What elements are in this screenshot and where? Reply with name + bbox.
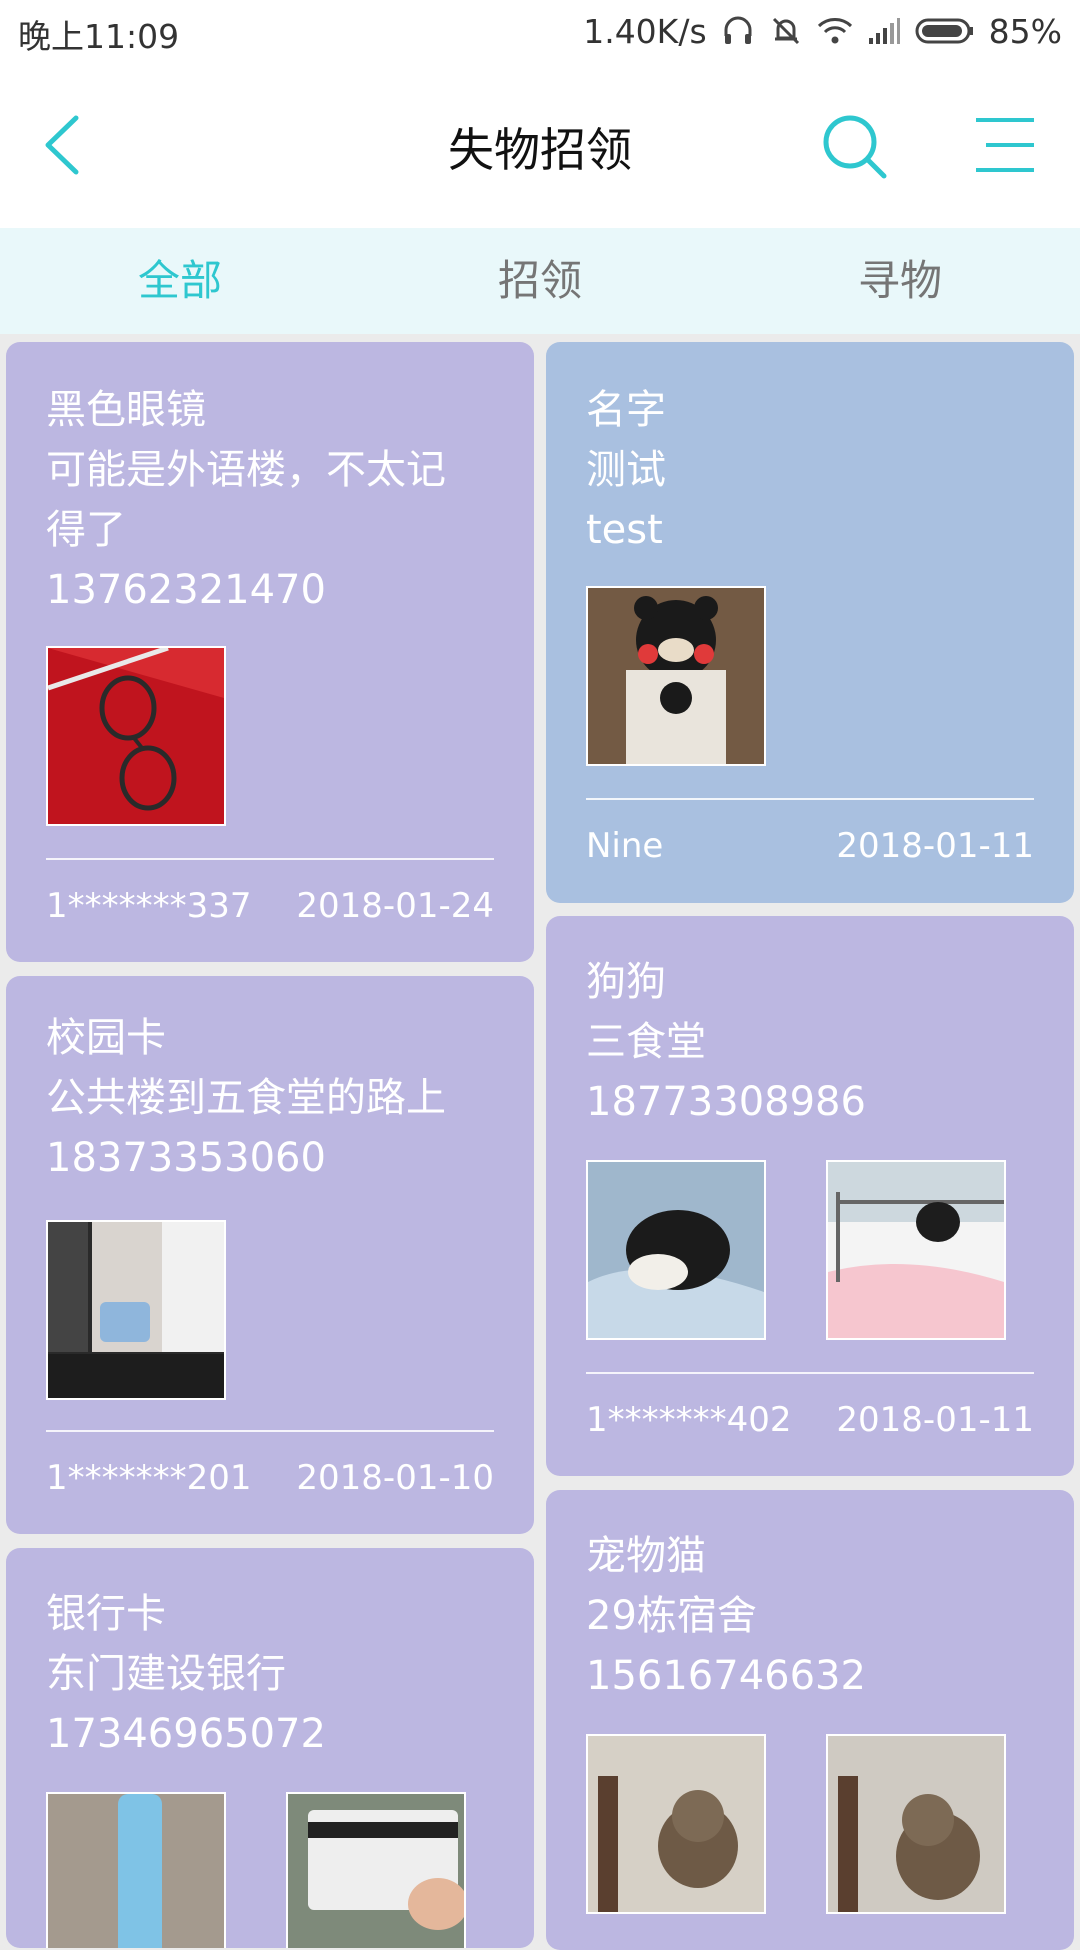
item-date: 2018-01-11 (836, 826, 1034, 866)
item-user: 1*******402 (586, 1400, 792, 1440)
card-divider (586, 798, 1034, 800)
item-date: 2018-01-24 (296, 886, 494, 926)
item-title: 名字 (586, 387, 666, 433)
item-title: 校园卡 (46, 1015, 166, 1061)
menu-icon (976, 118, 1034, 172)
item-card[interactable]: 宠物猫 29栋宿舍 15616746632 (546, 1490, 1074, 1950)
search-icon (823, 115, 887, 179)
status-bar: 晚上11:09 1.40K/s 85% (0, 0, 1080, 62)
card-divider (46, 1430, 494, 1432)
battery-icon (915, 17, 975, 45)
item-title: 宠物猫 (586, 1533, 706, 1579)
item-title: 狗狗 (586, 959, 666, 1005)
item-location: 可能是外语楼，不太记得了 (46, 447, 446, 553)
menu-button[interactable] (972, 112, 1038, 178)
item-photo[interactable] (46, 646, 226, 826)
item-user: 1*******201 (46, 1458, 252, 1498)
item-photo[interactable] (826, 1160, 1006, 1340)
item-contact: 18773308986 (586, 1079, 866, 1125)
item-contact: 15616746632 (586, 1653, 866, 1699)
page-title: 失物招领 (448, 123, 632, 177)
status-time: 晚上11:09 (18, 17, 180, 56)
status-right: 1.40K/s 85% (583, 10, 1062, 52)
bell-muted-icon (769, 14, 803, 48)
card-divider (46, 858, 494, 860)
item-card[interactable]: 银行卡 东门建设银行 17346965072 (6, 1548, 534, 1948)
item-location: 东门建设银行 (46, 1651, 286, 1697)
item-location: 三食堂 (586, 1019, 706, 1065)
item-contact: 18373353060 (46, 1135, 326, 1181)
item-photo[interactable] (826, 1734, 1006, 1914)
app-header: 失物招领 (0, 62, 1080, 228)
tab-all[interactable]: 全部 (0, 228, 360, 334)
tab-lost[interactable]: 寻物 (720, 228, 1080, 334)
item-contact: test (586, 507, 663, 553)
filter-tabs: 全部 招领 寻物 (0, 228, 1080, 334)
item-user: 1*******337 (46, 886, 252, 926)
tab-found[interactable]: 招领 (360, 228, 720, 334)
signal-icon (867, 16, 901, 46)
item-contact: 13762321470 (46, 567, 326, 613)
item-location: 29栋宿舍 (586, 1593, 757, 1639)
item-photo[interactable] (586, 586, 766, 766)
item-photo[interactable] (586, 1160, 766, 1340)
item-card[interactable]: 校园卡 公共楼到五食堂的路上 18373353060 1*******201 2… (6, 976, 534, 1534)
item-photo[interactable] (46, 1220, 226, 1400)
item-photo[interactable] (586, 1734, 766, 1914)
item-title: 银行卡 (46, 1591, 166, 1637)
item-user: Nine (586, 826, 664, 866)
item-card[interactable]: 名字 测试 test Nine 2018-01-11 (546, 342, 1074, 903)
search-button[interactable] (818, 110, 892, 184)
item-photo[interactable] (46, 1792, 226, 1948)
battery-percent: 85% (988, 11, 1062, 51)
item-photo[interactable] (286, 1792, 466, 1948)
item-contact: 17346965072 (46, 1711, 326, 1757)
wifi-icon (817, 16, 853, 46)
headphones-icon (721, 14, 755, 48)
card-divider (586, 1372, 1034, 1374)
item-location: 公共楼到五食堂的路上 (46, 1075, 446, 1121)
item-title: 黑色眼镜 (46, 387, 206, 433)
item-card[interactable]: 狗狗 三食堂 18773308986 1*******402 2018-01-1… (546, 916, 1074, 1476)
item-date: 2018-01-11 (836, 1400, 1034, 1440)
item-location: 测试 (586, 447, 666, 493)
net-speed: 1.40K/s (583, 11, 707, 51)
item-card[interactable]: 黑色眼镜 可能是外语楼，不太记得了 13762321470 1*******33… (6, 342, 534, 962)
item-date: 2018-01-10 (296, 1458, 494, 1498)
